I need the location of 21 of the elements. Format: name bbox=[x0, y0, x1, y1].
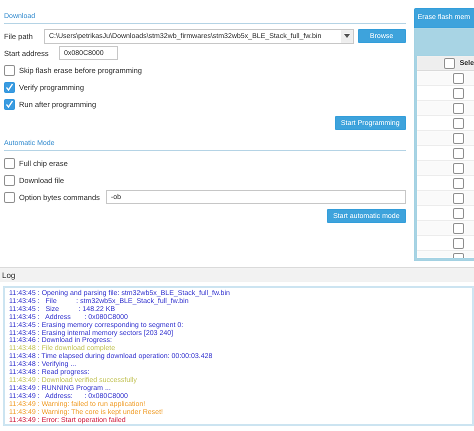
caret-icon[interactable] bbox=[340, 30, 353, 42]
checkbox[interactable] bbox=[452, 162, 464, 174]
checkbox[interactable] bbox=[4, 174, 15, 186]
checkbox[interactable] bbox=[452, 222, 464, 234]
checkbox[interactable] bbox=[4, 98, 15, 110]
checkbox[interactable] bbox=[452, 88, 464, 98]
checkbox[interactable] bbox=[452, 192, 464, 204]
checkbox[interactable] bbox=[452, 102, 464, 114]
checkbox[interactable] bbox=[452, 72, 464, 84]
checkbox[interactable] bbox=[452, 238, 464, 248]
checkbox[interactable] bbox=[452, 178, 464, 188]
checkbox[interactable] bbox=[4, 82, 15, 92]
checkbox[interactable] bbox=[452, 148, 464, 158]
checkbox[interactable] bbox=[452, 118, 464, 128]
log-title: Log bbox=[2, 270, 16, 280]
checkbox[interactable] bbox=[444, 58, 455, 68]
checkbox[interactable] bbox=[4, 64, 15, 76]
checkbox[interactable] bbox=[452, 208, 464, 218]
checkbox[interactable] bbox=[452, 132, 464, 144]
checkbox[interactable] bbox=[4, 192, 15, 202]
checkbox[interactable] bbox=[4, 158, 15, 168]
